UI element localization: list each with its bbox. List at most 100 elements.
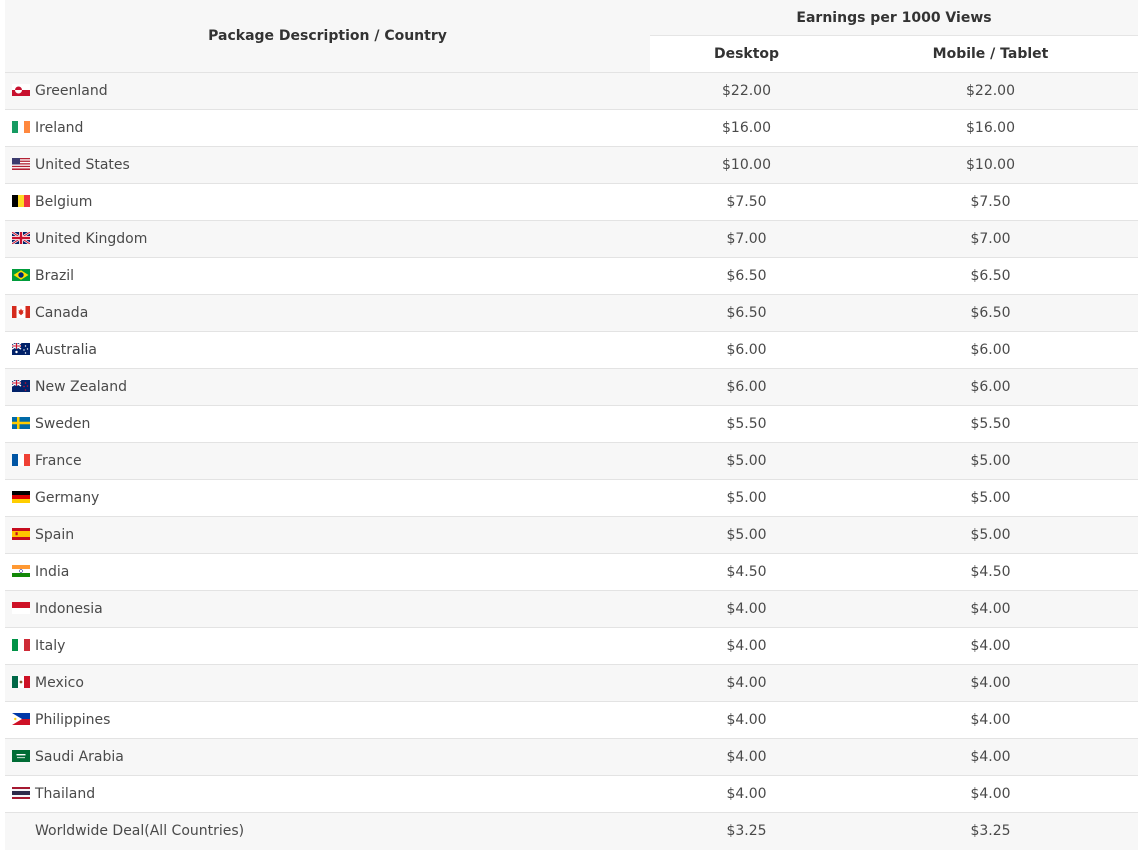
brazil-flag-icon [12, 269, 30, 281]
mobile-rate-cell: $4.00 [843, 775, 1138, 813]
table-row: Canada $6.50 $6.50 [5, 294, 1138, 332]
desktop-rate-cell: $5.00 [650, 516, 843, 554]
desktop-rate-cell: $5.00 [650, 442, 843, 480]
mobile-rate-cell: $6.50 [843, 294, 1138, 332]
table-row: France $5.00 $5.00 [5, 442, 1138, 480]
country-name: Canada [35, 305, 89, 321]
mobile-rate-cell: $22.00 [843, 72, 1138, 110]
country-cell: Saudi Arabia [5, 738, 650, 776]
mobile-rate-cell: $4.50 [843, 553, 1138, 591]
united-states-flag-icon [12, 158, 30, 170]
desktop-rate-cell: $4.00 [650, 590, 843, 628]
belgium-flag-icon [12, 195, 30, 207]
sweden-flag-icon [12, 417, 30, 429]
mobile-rate-cell: $7.00 [843, 220, 1138, 258]
table-row: Worldwide Deal(All Countries) $3.25 $3.25 [5, 812, 1138, 850]
table-header: Package Description / Country Earnings p… [5, 0, 1138, 73]
table-row: Thailand $4.00 $4.00 [5, 775, 1138, 813]
desktop-rate-cell: $22.00 [650, 72, 843, 110]
mobile-rate-cell: $5.00 [843, 479, 1138, 517]
desktop-rate-cell: $16.00 [650, 109, 843, 147]
earnings-header: Earnings per 1000 Views [650, 0, 1138, 36]
australia-flag-icon [12, 343, 30, 355]
mobile-rate-cell: $5.00 [843, 516, 1138, 554]
desktop-rate-cell: $4.00 [650, 701, 843, 739]
mobile-rate-cell: $7.50 [843, 183, 1138, 221]
country-cell: Ireland [5, 109, 650, 147]
country-name: Spain [35, 527, 75, 543]
table-row: Sweden $5.50 $5.50 [5, 405, 1138, 443]
ireland-flag-icon [12, 121, 30, 133]
spain-flag-icon [12, 528, 30, 540]
desktop-rate-cell: $5.50 [650, 405, 843, 443]
earnings-table-container: Package Description / Country Earnings p… [5, 0, 1138, 850]
package-country-header: Package Description / Country [5, 0, 650, 73]
new-zealand-flag-icon [12, 380, 30, 392]
mobile-rate-cell: $5.00 [843, 442, 1138, 480]
country-name: Thailand [35, 786, 96, 802]
greenland-flag-icon [12, 84, 30, 96]
desktop-rate-cell: $6.50 [650, 257, 843, 295]
desktop-rate-cell: $3.25 [650, 812, 843, 850]
mobile-tablet-header: Mobile / Tablet [843, 35, 1138, 73]
country-cell: Indonesia [5, 590, 650, 628]
table-row: Saudi Arabia $4.00 $4.00 [5, 738, 1138, 776]
country-cell: Germany [5, 479, 650, 517]
country-name: Sweden [35, 416, 91, 432]
mobile-rate-cell: $4.00 [843, 627, 1138, 665]
country-name: Belgium [35, 194, 93, 210]
country-name: United States [35, 157, 130, 173]
thailand-flag-icon [12, 787, 30, 799]
country-cell: Canada [5, 294, 650, 332]
country-cell: Mexico [5, 664, 650, 702]
country-cell: Spain [5, 516, 650, 554]
country-cell: Thailand [5, 775, 650, 813]
country-name: Germany [35, 490, 100, 506]
mobile-rate-cell: $3.25 [843, 812, 1138, 850]
saudi-arabia-flag-icon [12, 750, 30, 762]
philippines-flag-icon [12, 713, 30, 725]
country-name: Worldwide Deal(All Countries) [35, 823, 245, 840]
desktop-rate-cell: $4.50 [650, 553, 843, 591]
country-name: India [35, 564, 70, 580]
united-kingdom-flag-icon [12, 232, 30, 244]
country-cell: New Zealand [5, 368, 650, 406]
country-cell: France [5, 442, 650, 480]
desktop-rate-cell: $6.00 [650, 331, 843, 369]
table-row: Philippines $4.00 $4.00 [5, 701, 1138, 739]
desktop-rate-cell: $6.50 [650, 294, 843, 332]
table-row: New Zealand $6.00 $6.00 [5, 368, 1138, 406]
mobile-rate-cell: $4.00 [843, 664, 1138, 702]
india-flag-icon [12, 565, 30, 577]
country-cell: United Kingdom [5, 220, 650, 258]
table-row: Spain $5.00 $5.00 [5, 516, 1138, 554]
table-row: United Kingdom $7.00 $7.00 [5, 220, 1138, 258]
country-name: Italy [35, 638, 66, 654]
mobile-rate-cell: $4.00 [843, 701, 1138, 739]
country-cell: Belgium [5, 183, 650, 221]
desktop-rate-cell: $6.00 [650, 368, 843, 406]
desktop-header: Desktop [650, 35, 843, 73]
earnings-table: Package Description / Country Earnings p… [5, 0, 1138, 850]
country-cell: Australia [5, 331, 650, 369]
mobile-rate-cell: $5.50 [843, 405, 1138, 443]
country-cell: Sweden [5, 405, 650, 443]
country-cell: Greenland [5, 72, 650, 110]
country-name: Australia [35, 342, 97, 358]
country-cell: Brazil [5, 257, 650, 295]
mobile-rate-cell: $4.00 [843, 738, 1138, 776]
table-row: Australia $6.00 $6.00 [5, 331, 1138, 369]
mobile-rate-cell: $6.00 [843, 331, 1138, 369]
table-row: India $4.50 $4.50 [5, 553, 1138, 591]
germany-flag-icon [12, 491, 30, 503]
country-cell: Philippines [5, 701, 650, 739]
mobile-rate-cell: $4.00 [843, 590, 1138, 628]
country-name: Indonesia [35, 601, 103, 617]
country-name: Mexico [35, 675, 84, 691]
table-row: Brazil $6.50 $6.50 [5, 257, 1138, 295]
country-name: France [35, 453, 82, 469]
desktop-rate-cell: $4.00 [650, 738, 843, 776]
table-row: Italy $4.00 $4.00 [5, 627, 1138, 665]
mexico-flag-icon [12, 676, 30, 688]
desktop-rate-cell: $4.00 [650, 664, 843, 702]
